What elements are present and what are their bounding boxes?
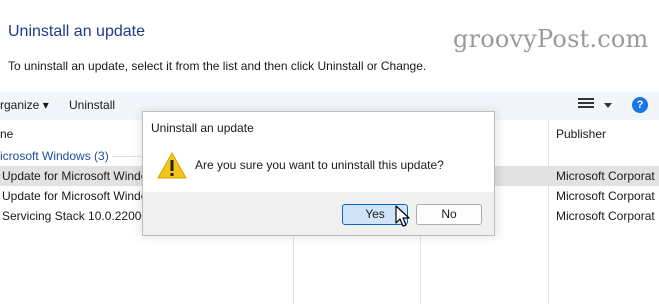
page-title: Uninstall an update: [8, 23, 145, 40]
row-publisher: Microsoft Corporat: [556, 209, 655, 223]
dialog-message: Are you sure you want to uninstall this …: [195, 158, 444, 172]
dialog-title: Uninstall an update: [151, 121, 254, 135]
row-name: Servicing Stack 10.0.22000.4: [2, 209, 144, 223]
views-icon[interactable]: [578, 98, 594, 112]
row-publisher: Microsoft Corporat: [556, 169, 655, 183]
uninstall-button[interactable]: Uninstall: [69, 98, 115, 112]
group-header[interactable]: icrosoft Windows (3): [0, 149, 109, 163]
column-header-name[interactable]: ne: [0, 127, 13, 141]
cursor-icon: [395, 205, 410, 227]
help-icon[interactable]: ?: [632, 97, 648, 113]
no-button[interactable]: No: [416, 204, 482, 225]
column-header-publisher[interactable]: Publisher: [556, 127, 606, 141]
organize-button[interactable]: rganize ▾: [0, 98, 49, 112]
row-name: Update for Microsoft Windo: [2, 169, 144, 183]
dialog-footer: Yes No: [143, 192, 494, 235]
chevron-down-icon[interactable]: [604, 103, 612, 108]
instructions-text: To uninstall an update, select it from t…: [8, 59, 427, 73]
row-name: Update for Microsoft Windo: [2, 189, 144, 203]
row-publisher: Microsoft Corporat: [556, 189, 655, 203]
watermark-text: groovyPost.com: [453, 25, 649, 53]
group-divider: [112, 156, 142, 157]
confirm-dialog: Uninstall an update Are you sure you wan…: [142, 111, 495, 236]
warning-icon: [157, 152, 187, 179]
